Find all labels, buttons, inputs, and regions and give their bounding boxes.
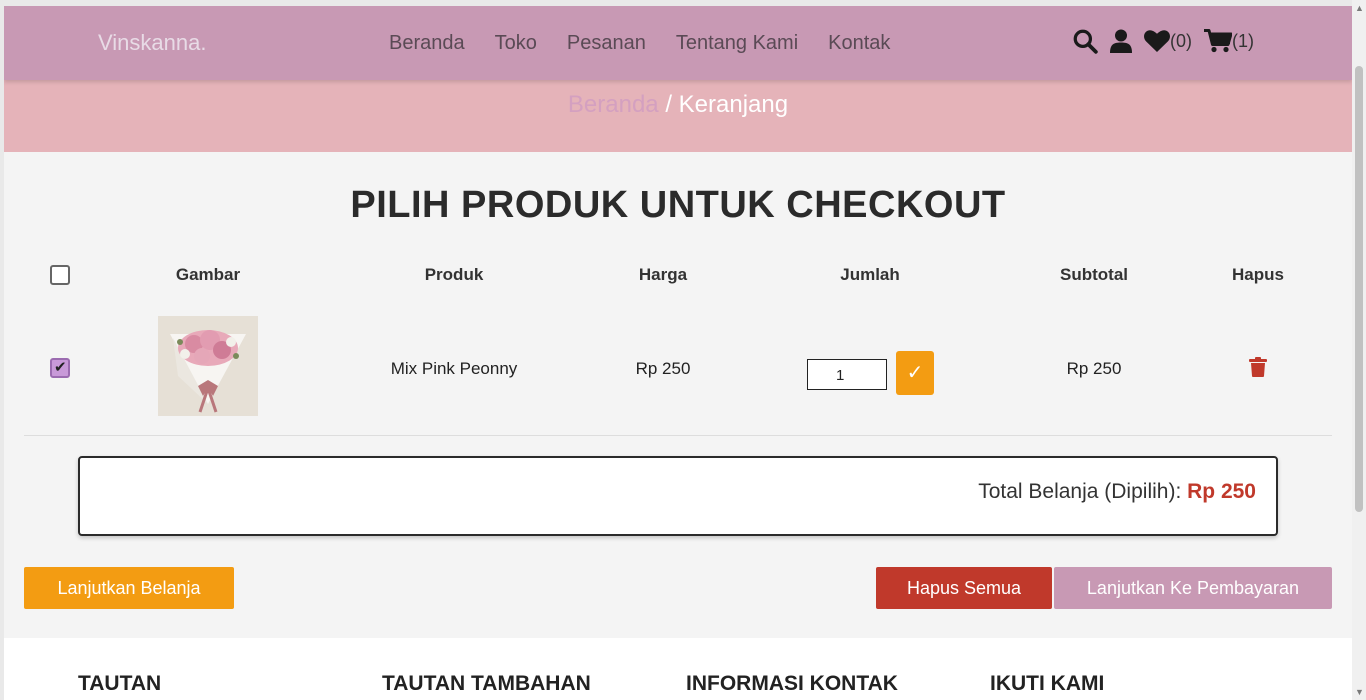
site-footer: TAUTAN TAUTAN TAMBAHAN INFORMASI KONTAK … bbox=[4, 638, 1352, 700]
cart-count: (1) bbox=[1232, 30, 1254, 51]
checkout-button[interactable]: Lanjutkan Ke Pembayaran bbox=[1054, 567, 1332, 609]
nav-link-toko[interactable]: Toko bbox=[495, 32, 537, 55]
breadcrumb: Beranda / Keranjang bbox=[4, 91, 1352, 119]
footer-heading-links: TAUTAN bbox=[78, 672, 162, 695]
continue-shopping-button[interactable]: Lanjutkan Belanja bbox=[24, 567, 234, 609]
page-title: PILIH PRODUK UNTUK CHECKOUT bbox=[350, 184, 1006, 226]
update-quantity-button[interactable]: ✓ bbox=[896, 351, 934, 395]
column-header-quantity: Jumlah bbox=[840, 265, 900, 284]
table-divider bbox=[24, 435, 1332, 436]
nav-link-beranda[interactable]: Beranda bbox=[389, 32, 465, 55]
product-image bbox=[158, 316, 258, 416]
column-header-subtotal: Subtotal bbox=[1060, 265, 1128, 284]
site-logo[interactable]: Vinskanna. bbox=[98, 30, 206, 56]
cart-icon bbox=[1204, 29, 1232, 53]
scroll-up-arrow[interactable]: ▲ bbox=[1355, 4, 1364, 13]
total-box: Total Belanja (Dipilih): Rp 250 bbox=[78, 456, 1278, 536]
total-label-text: Total Belanja (Dipilih): bbox=[978, 480, 1188, 503]
product-price: Rp 250 bbox=[635, 359, 691, 378]
total-label: Total Belanja (Dipilih): Rp 250 bbox=[978, 480, 1256, 504]
column-header-price: Harga bbox=[638, 265, 688, 284]
search-icon[interactable] bbox=[1072, 28, 1098, 54]
nav-link-kontak[interactable]: Kontak bbox=[828, 32, 890, 55]
footer-heading-contact: INFORMASI KONTAK bbox=[686, 672, 898, 695]
wishlist-button[interactable]: (0) bbox=[1144, 30, 1192, 52]
footer-heading-follow: IKUTI KAMI bbox=[990, 672, 1105, 695]
select-all-checkbox[interactable] bbox=[50, 265, 70, 285]
delete-all-button[interactable]: Hapus Semua bbox=[876, 567, 1052, 609]
product-name[interactable]: Mix Pink Peonny bbox=[391, 359, 518, 379]
quantity-input[interactable]: 1 bbox=[807, 359, 887, 390]
heart-icon bbox=[1144, 30, 1170, 52]
trash-icon bbox=[1249, 357, 1267, 377]
column-header-product: Produk bbox=[424, 265, 484, 284]
nav-link-tentang-kami[interactable]: Tentang Kami bbox=[676, 32, 798, 55]
check-icon: ✓ bbox=[906, 362, 924, 384]
row-select-checkbox[interactable] bbox=[50, 358, 70, 378]
breadcrumb-home-link[interactable]: Beranda bbox=[568, 91, 659, 118]
page-frame: Vinskanna. Beranda Toko Pesanan Tentang … bbox=[4, 6, 1352, 700]
column-header-image: Gambar bbox=[175, 265, 241, 284]
footer-heading-extra-links: TAUTAN TAMBAHAN bbox=[382, 672, 591, 695]
product-subtotal: Rp 250 bbox=[1066, 359, 1122, 378]
cart-button[interactable]: (1) bbox=[1204, 29, 1254, 53]
header-icons: (0) (1) bbox=[1072, 28, 1254, 54]
site-header: Vinskanna. Beranda Toko Pesanan Tentang … bbox=[4, 6, 1352, 80]
nav-link-pesanan[interactable]: Pesanan bbox=[567, 32, 646, 55]
scroll-down-arrow[interactable]: ▼ bbox=[1355, 688, 1364, 697]
breadcrumb-separator: / bbox=[658, 91, 679, 118]
total-value: Rp 250 bbox=[1187, 480, 1256, 503]
breadcrumb-banner: Beranda / Keranjang bbox=[4, 80, 1352, 152]
delete-item-button[interactable] bbox=[1249, 357, 1267, 382]
breadcrumb-current: Keranjang bbox=[678, 91, 789, 118]
scrollbar-thumb[interactable] bbox=[1355, 66, 1363, 512]
column-header-delete: Hapus bbox=[1232, 265, 1284, 284]
main-nav: Beranda Toko Pesanan Tentang Kami Kontak bbox=[389, 32, 920, 55]
scrollbar[interactable]: ▲ ▼ bbox=[1352, 0, 1366, 700]
wishlist-count: (0) bbox=[1170, 30, 1192, 51]
user-icon[interactable] bbox=[1110, 29, 1132, 53]
